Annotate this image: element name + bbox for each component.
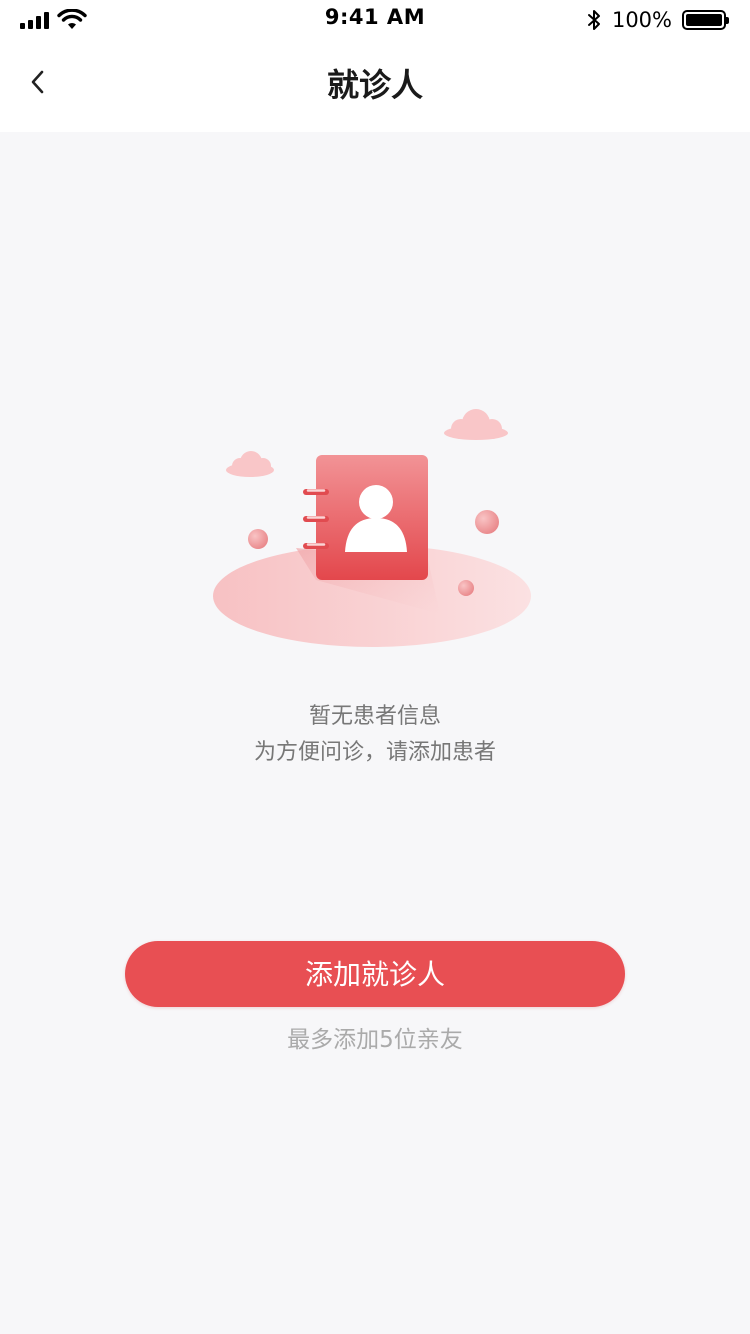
bluetooth-icon: [587, 10, 600, 30]
nav-bar: 就诊人: [0, 40, 750, 132]
battery-percent: 100%: [611, 8, 672, 32]
limit-hint: 最多添加5位亲友: [287, 1027, 463, 1053]
empty-subtitle: 为方便问诊，请添加患者: [253, 740, 496, 765]
ball-right: [475, 510, 499, 534]
add-patient-button[interactable]: 添加就诊人: [125, 941, 625, 1007]
status-right: 100%: [586, 7, 729, 33]
battery-icon: [682, 10, 729, 30]
ball-small: [458, 580, 474, 596]
status-bar: 9:41 AM 100%: [0, 0, 750, 40]
ball-left: [248, 529, 268, 549]
cloud-left: [226, 451, 274, 477]
contact-book-icon: [213, 409, 531, 647]
page-title: 就诊人: [326, 66, 423, 104]
cloud-right: [444, 409, 508, 440]
empty-title: 暂无患者信息: [308, 704, 441, 729]
